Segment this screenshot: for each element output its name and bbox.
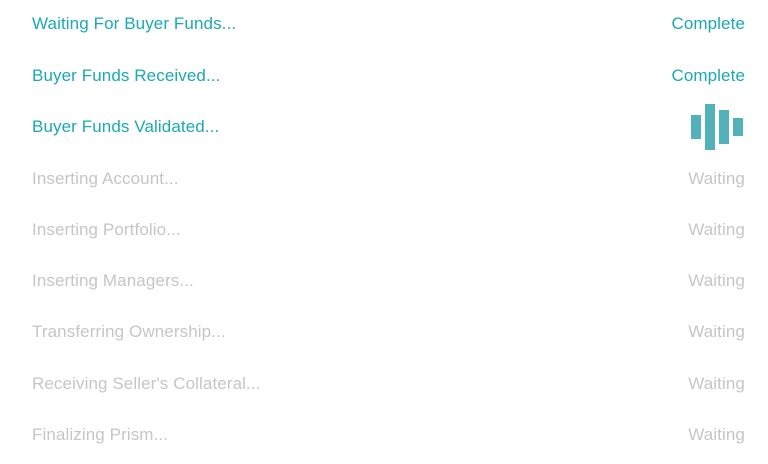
loading-bars-icon	[691, 104, 743, 150]
step-row-inserting-account: Inserting Account... Waiting	[32, 167, 745, 191]
step-row-buyer-funds-received: Buyer Funds Received... Complete	[32, 64, 745, 88]
step-row-inserting-managers: Inserting Managers... Waiting	[32, 269, 745, 293]
loading-bar	[719, 110, 729, 144]
step-label: Inserting Managers...	[32, 271, 194, 290]
step-row-transferring-ownership: Transferring Ownership... Waiting	[32, 320, 745, 344]
step-status: Waiting	[688, 220, 745, 239]
step-row-receiving-sellers-collateral: Receiving Seller's Collateral... Waiting	[32, 372, 745, 396]
step-label: Inserting Account...	[32, 169, 179, 188]
step-status: Complete	[671, 66, 745, 85]
step-label: Transferring Ownership...	[32, 322, 226, 341]
step-label: Receiving Seller's Collateral...	[32, 374, 261, 393]
step-label: Inserting Portfolio...	[32, 220, 181, 239]
loading-bar	[705, 104, 715, 150]
step-status: Waiting	[688, 425, 745, 444]
step-status: Waiting	[688, 374, 745, 393]
step-status: Complete	[671, 14, 745, 33]
loading-bar	[691, 115, 701, 139]
step-status: Waiting	[688, 271, 745, 290]
step-label: Buyer Funds Received...	[32, 66, 221, 85]
progress-steps-list: Waiting For Buyer Funds... Complete Buye…	[0, 0, 768, 464]
step-row-buyer-funds-validated: Buyer Funds Validated...	[32, 104, 745, 150]
step-status: Waiting	[688, 322, 745, 341]
loading-bar	[733, 118, 743, 136]
step-row-finalizing-prism: Finalizing Prism... Waiting	[32, 423, 745, 447]
step-row-waiting-for-buyer-funds: Waiting For Buyer Funds... Complete	[32, 12, 745, 36]
step-label: Buyer Funds Validated...	[32, 117, 220, 136]
step-status: Waiting	[688, 169, 745, 188]
step-row-inserting-portfolio: Inserting Portfolio... Waiting	[32, 218, 745, 242]
step-label: Waiting For Buyer Funds...	[32, 14, 237, 33]
step-label: Finalizing Prism...	[32, 425, 169, 444]
